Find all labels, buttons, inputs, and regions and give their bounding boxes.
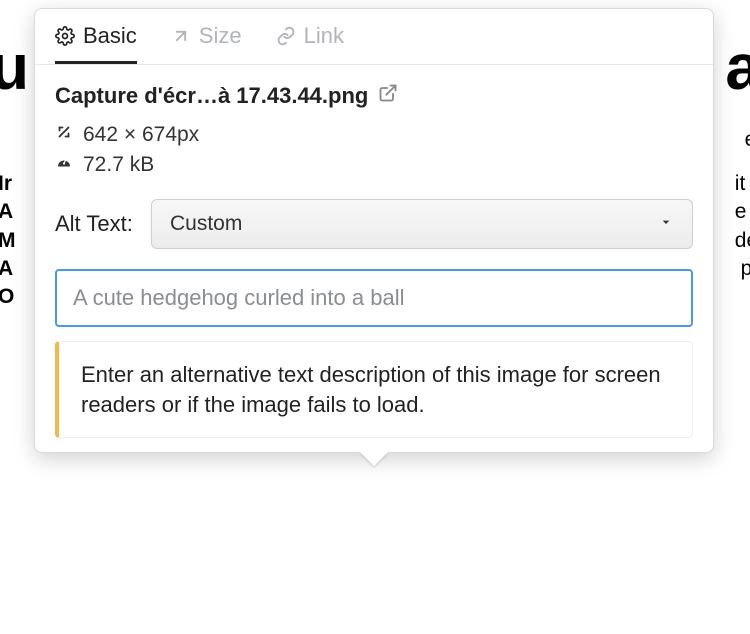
- chevron-down-icon: [658, 212, 674, 236]
- tab-size-label: Size: [199, 23, 242, 49]
- image-properties-popover: Basic Size Link Capture d'écr…à 17.43.44…: [34, 8, 714, 453]
- alt-text-mode-value: Custom: [170, 212, 242, 236]
- filesize-text: 72.7 kB: [83, 153, 154, 177]
- alt-text-input[interactable]: [55, 269, 693, 327]
- gear-icon: [55, 26, 75, 46]
- background-left-labels: Ir A M A O: [0, 170, 16, 312]
- alt-text-label: Alt Text:: [55, 211, 133, 236]
- tab-link[interactable]: Link: [276, 23, 344, 64]
- tab-bar: Basic Size Link: [35, 9, 713, 65]
- resize-icon: [171, 26, 191, 46]
- background-heading-right: a: [725, 30, 750, 104]
- dimensions-text: 642 × 674px: [83, 123, 199, 147]
- filename-row: Capture d'écr…à 17.43.44.png: [55, 83, 693, 109]
- background-text-right: en: [745, 128, 750, 152]
- external-link-icon[interactable]: [378, 83, 398, 109]
- file-meta: 642 × 674px 72.7 kB: [55, 123, 693, 177]
- tab-link-label: Link: [304, 23, 344, 49]
- filesize-icon: [55, 153, 73, 177]
- alt-text-mode-select[interactable]: Custom: [151, 199, 693, 249]
- tab-basic[interactable]: Basic: [55, 23, 137, 64]
- tab-size[interactable]: Size: [171, 23, 242, 64]
- dimensions-icon: [55, 123, 73, 147]
- link-icon: [276, 26, 296, 46]
- alt-text-hint: Enter an alternative text description of…: [55, 341, 693, 438]
- background-right-lines: it e d de p: [735, 170, 750, 283]
- tab-basic-label: Basic: [83, 23, 137, 49]
- background-heading-left: u: [0, 30, 28, 104]
- filename-text: Capture d'écr…à 17.43.44.png: [55, 83, 368, 109]
